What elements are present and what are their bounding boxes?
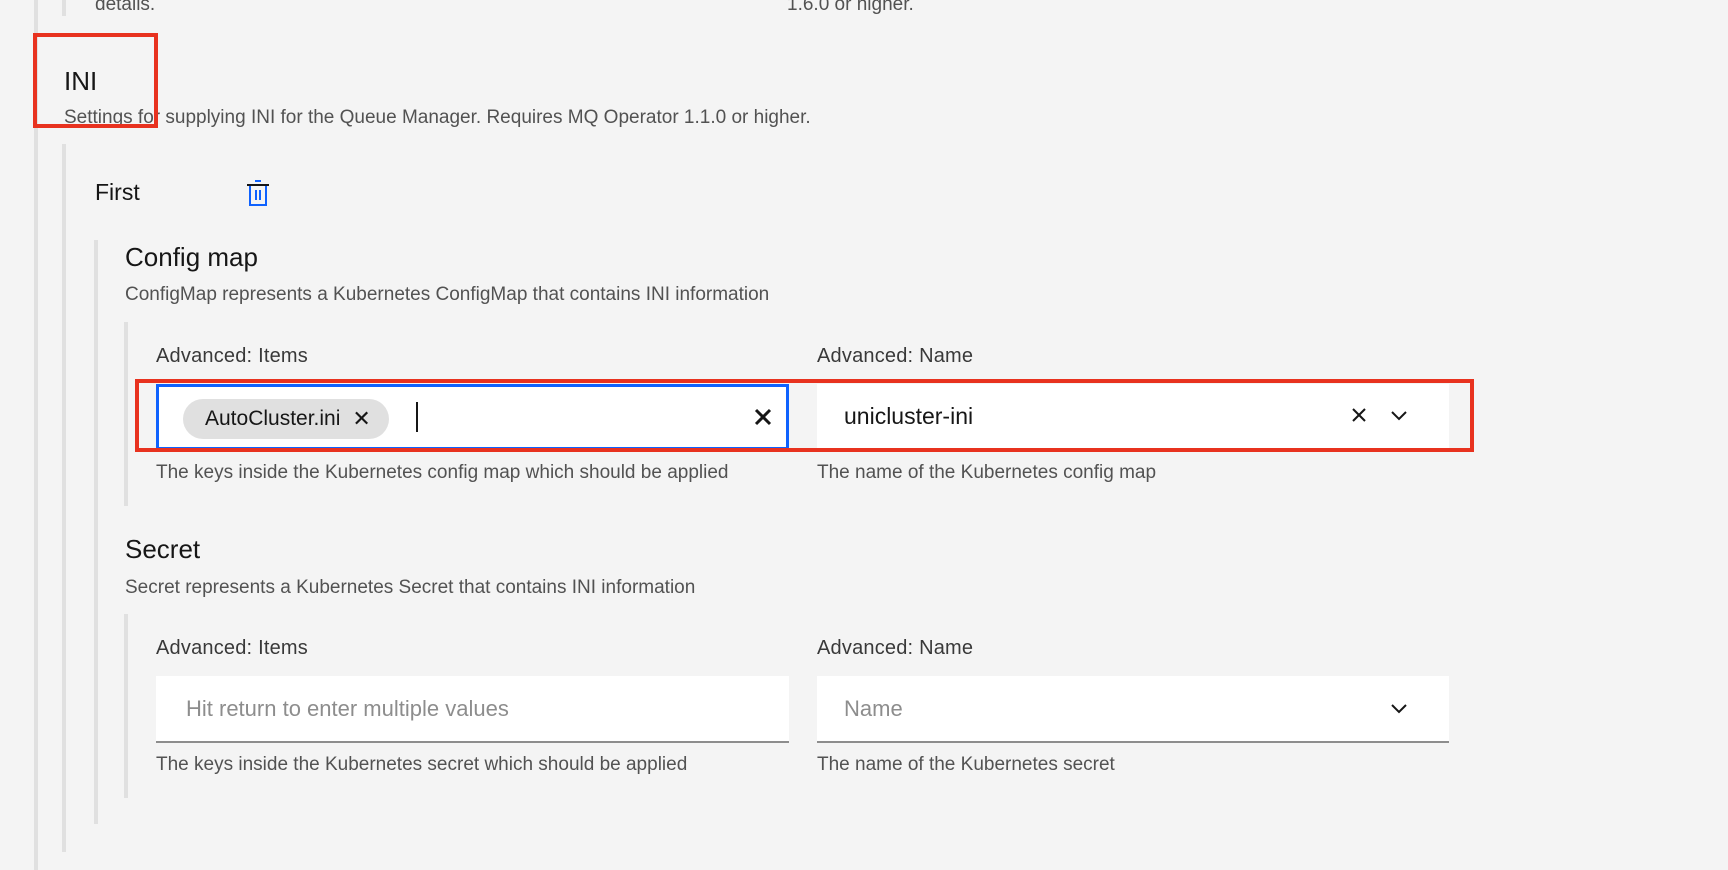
configmap-name-combobox[interactable]: unicluster-ini <box>817 384 1449 450</box>
top-indent-bar <box>62 0 66 16</box>
close-icon <box>1352 408 1366 422</box>
secret-name-placeholder: Name <box>844 696 903 721</box>
configmap-name-helper: The name of the Kubernetes config map <box>817 462 1157 483</box>
configmap-items-label: Advanced: Items <box>156 345 308 367</box>
secret-name-label: Advanced: Name <box>817 637 974 659</box>
secret-description: Secret represents a Kubernetes Secret th… <box>125 577 696 598</box>
subsection-indent-bar <box>94 240 98 824</box>
secret-title: Secret <box>125 534 201 564</box>
configmap-name-label: Advanced: Name <box>817 345 974 367</box>
remove-tag-icon[interactable]: ✕ <box>352 408 370 430</box>
secret-items-label: Advanced: Items <box>156 637 308 659</box>
previous-section-requirement: 1.6.0 or higher. <box>787 0 914 15</box>
ini-group-name: First <box>95 179 140 205</box>
configmap-items-input[interactable]: AutoCluster.ini ✕ <box>156 384 789 450</box>
configmap-title: Config map <box>125 242 258 272</box>
secret-name-helper: The name of the Kubernetes secret <box>817 754 1115 775</box>
text-cursor <box>416 402 418 432</box>
close-icon <box>754 408 772 426</box>
secret-items-helper: The keys inside the Kubernetes secret wh… <box>156 754 688 775</box>
clear-name-button[interactable] <box>1347 403 1371 427</box>
tag-label: AutoCluster.ini <box>205 407 341 430</box>
ini-section-description: Settings for supplying INI for the Queue… <box>64 107 811 128</box>
configmap-items-helper: The keys inside the Kubernetes config ma… <box>156 462 729 483</box>
trash-can-icon <box>247 180 269 206</box>
open-secret-dropdown-button[interactable] <box>1387 696 1411 720</box>
configmap-fields-bar <box>124 322 128 506</box>
chevron-down-icon <box>1391 704 1407 714</box>
chevron-down-icon <box>1391 411 1407 421</box>
previous-section-text: details. <box>95 0 156 15</box>
secret-name-combobox[interactable]: Name <box>817 676 1449 743</box>
outer-indent-bar <box>34 0 38 870</box>
ini-section-title: INI <box>64 66 98 96</box>
open-name-dropdown-button[interactable] <box>1387 403 1411 427</box>
clear-items-button[interactable] <box>749 403 777 431</box>
secret-items-placeholder: Hit return to enter multiple values <box>186 696 509 721</box>
configmap-name-value: unicluster-ini <box>844 403 974 429</box>
configmap-item-tag: AutoCluster.ini ✕ <box>183 399 389 439</box>
secret-items-input[interactable]: Hit return to enter multiple values <box>156 676 789 743</box>
group-indent-bar <box>62 144 66 852</box>
configmap-description: ConfigMap represents a Kubernetes Config… <box>125 284 770 305</box>
delete-group-button[interactable] <box>244 178 272 208</box>
secret-fields-bar <box>124 614 128 798</box>
